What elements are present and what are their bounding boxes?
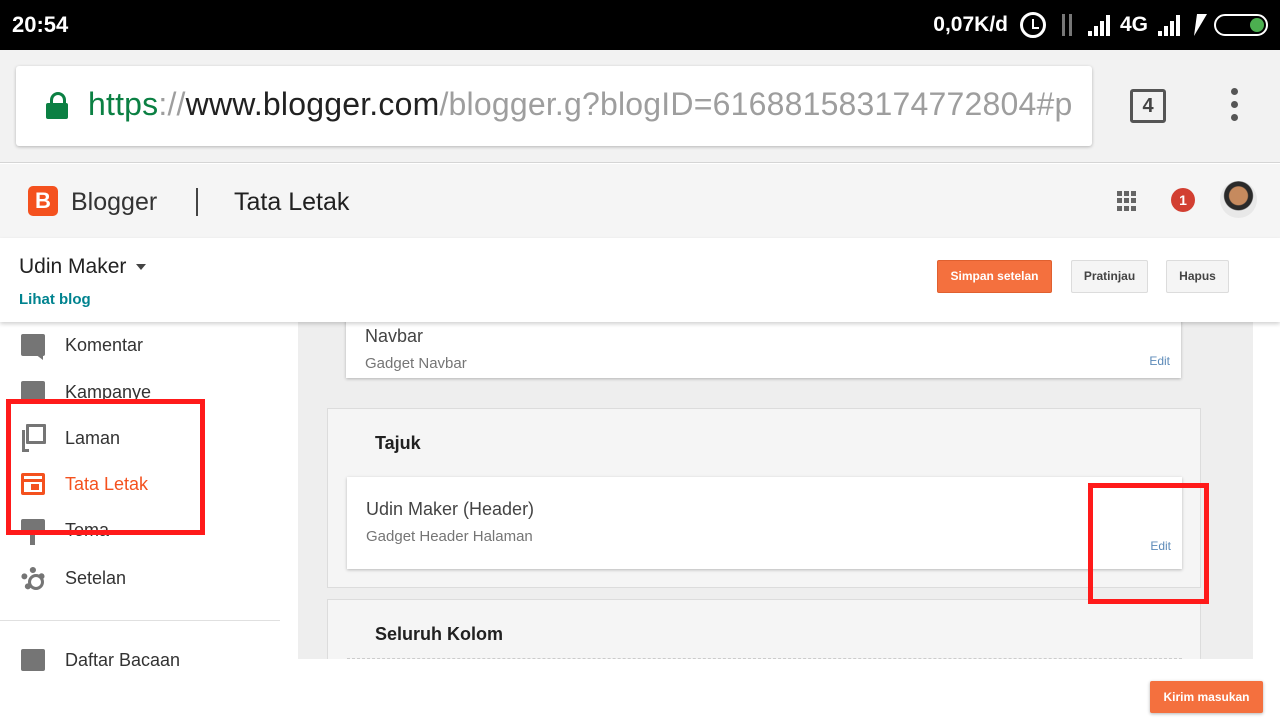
section-title: Tajuk [375, 433, 421, 453]
feedback-button[interactable]: Kirim masukan [1150, 681, 1263, 713]
section-all-columns: Seluruh Kolom [327, 599, 1201, 659]
url-scheme: https [88, 86, 159, 122]
more-menu-icon[interactable] [1228, 88, 1240, 124]
alarm-icon [1019, 12, 1046, 38]
url-domain: www.blogger.com [185, 86, 440, 122]
status-icons: 0,07K/d 4G [933, 8, 1268, 42]
app-name[interactable]: Blogger [71, 188, 157, 217]
sidebar-item-label: Daftar Bacaan [65, 650, 181, 670]
gadget-title: Navbar [365, 326, 424, 346]
gadget-header[interactable]: Udin Maker (Header) Gadget Header Halama… [347, 477, 1182, 569]
sidebar-item-label: Komentar [65, 335, 144, 355]
header-divider [196, 188, 198, 216]
comment-icon [21, 334, 45, 360]
screen: 20:54 0,07K/d 4G https://www.blogger.com… [0, 0, 1280, 720]
preview-button[interactable]: Pratinjau [1071, 260, 1148, 293]
lock-icon [46, 92, 68, 120]
view-blog-link[interactable]: Lihat blog [19, 291, 91, 308]
gadget-subtitle: Gadget Navbar [365, 355, 467, 372]
blog-toolbar: Udin Maker Lihat blog Simpan setelan Pra… [0, 238, 1280, 322]
url-text[interactable]: https://www.blogger.com/blogger.g?blogID… [88, 86, 1073, 123]
apps-grid-icon[interactable] [1117, 191, 1137, 211]
blogger-logo-icon[interactable]: B [28, 186, 58, 216]
section-header: Tajuk Udin Maker (Header) Gadget Header … [327, 408, 1201, 588]
sidebar-item-settings[interactable]: Setelan [0, 558, 298, 598]
browser-toolbar: https://www.blogger.com/blogger.g?blogID… [0, 50, 1280, 163]
status-bar: 20:54 0,07K/d 4G [0, 0, 1280, 50]
gadget-navbar[interactable]: Navbar Gadget Navbar Edit [346, 322, 1181, 378]
sidebar-divider [0, 620, 280, 621]
navbar-section: Navbar Gadget Navbar Edit [327, 322, 1201, 387]
app-header: B Blogger Tata Letak 1 [0, 164, 1280, 238]
sidebar-item-reading-list[interactable]: Daftar Bacaan [0, 640, 298, 680]
gadget-subtitle: Gadget Header Halaman [366, 528, 533, 545]
drop-zone[interactable] [347, 658, 1182, 659]
avatar[interactable] [1220, 181, 1257, 218]
page-title: Tata Letak [234, 188, 350, 216]
highlight-box [1088, 483, 1209, 604]
data-arrows-icon [1056, 12, 1078, 38]
sidebar-item-comments[interactable]: Komentar [0, 325, 298, 365]
network-speed: 0,07K/d [933, 13, 1008, 36]
edit-link[interactable]: Edit [1149, 354, 1170, 368]
tab-switcher-button[interactable]: 4 [1130, 89, 1166, 123]
blog-selector[interactable]: Udin Maker [19, 255, 126, 279]
url-separator: :// [158, 86, 186, 122]
url-path: /blogger.g?blogID=616881583174772804#p [439, 86, 1073, 122]
battery-icon [1214, 14, 1268, 36]
sidebar-item-label: Setelan [65, 568, 127, 588]
reading-list-icon [21, 649, 45, 671]
signal-icon [1158, 14, 1180, 36]
save-settings-button[interactable]: Simpan setelan [937, 260, 1052, 293]
highlight-box [6, 399, 205, 535]
gear-icon [21, 567, 45, 591]
delete-button[interactable]: Hapus [1166, 260, 1229, 293]
section-title: Seluruh Kolom [375, 624, 504, 644]
signal-icon [1087, 14, 1110, 36]
network-type: 4G [1119, 13, 1148, 36]
url-bar[interactable]: https://www.blogger.com/blogger.g?blogID… [16, 66, 1092, 146]
gadget-title: Udin Maker (Header) [366, 499, 535, 519]
charging-icon [1190, 14, 1204, 36]
notification-badge[interactable]: 1 [1171, 188, 1195, 212]
status-time: 20:54 [12, 12, 69, 37]
chevron-down-icon[interactable] [136, 264, 146, 270]
